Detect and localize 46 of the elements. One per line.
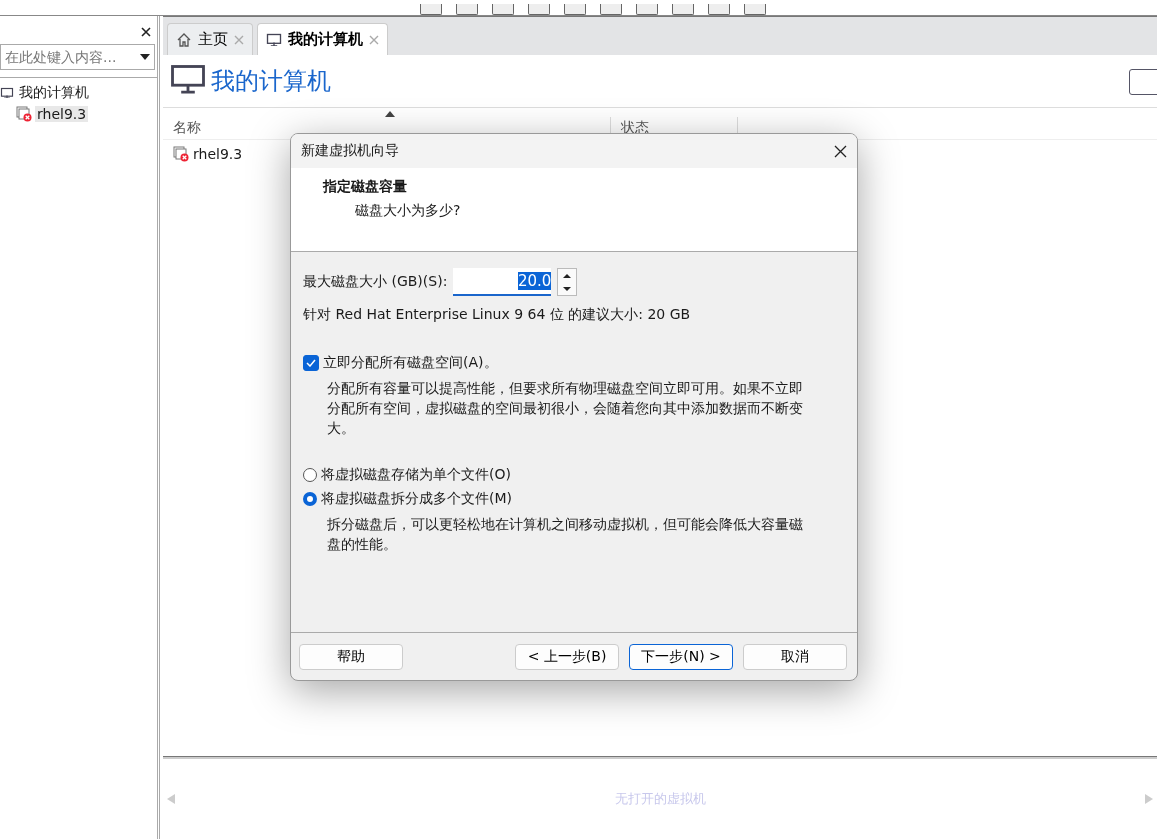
dialog-button[interactable]: 帮助 bbox=[299, 643, 403, 670]
input-field[interactable]: 20.0 bbox=[453, 268, 552, 296]
tree-item[interactable]: 我的计算机 bbox=[17, 83, 91, 102]
dialog-title: 新建虚拟机向导 bbox=[301, 142, 399, 160]
radio-button[interactable] bbox=[303, 468, 317, 482]
description-text: 拆分磁盘后，可以更轻松地在计算机之间移动虚拟机，但可能会降低大容量磁盘的性能。 bbox=[326, 515, 804, 554]
tree-item[interactable]: rhel9.3 bbox=[35, 105, 89, 122]
dialog-button[interactable]: 取消 bbox=[743, 643, 847, 670]
toolbar-icon[interactable] bbox=[528, 4, 550, 15]
checkbox[interactable] bbox=[303, 355, 319, 371]
toolbar-icon[interactable] bbox=[420, 4, 442, 15]
monitor-icon bbox=[0, 86, 14, 99]
check-icon bbox=[306, 359, 316, 367]
toolbar-icon[interactable] bbox=[744, 4, 766, 15]
radio-label[interactable]: 将虚拟磁盘存储为单个文件(O) bbox=[321, 466, 511, 484]
description-text: 分配所有容量可以提高性能，但要求所有物理磁盘空间立即可用。如果不立即分配所有空间，虚拟磁盘的空间最初很小，会随着您向其中添加数据而不断变大。 bbox=[326, 379, 804, 438]
window-toggle-icon[interactable] bbox=[1129, 69, 1157, 95]
page-title: 我的计算机 bbox=[211, 66, 331, 97]
checkbox-label[interactable]: 立即分配所有磁盘空间(A)。 bbox=[323, 354, 498, 372]
toolbar-icon[interactable] bbox=[708, 4, 730, 15]
sort-icon[interactable] bbox=[385, 111, 395, 117]
spin-button[interactable] bbox=[557, 268, 578, 296]
toolbar-icon[interactable] bbox=[636, 4, 658, 15]
dialog-button[interactable]: 下一步(N) > bbox=[629, 643, 733, 670]
toolbar-icon[interactable] bbox=[492, 4, 514, 15]
radio-button[interactable] bbox=[303, 492, 317, 506]
vm-name[interactable]: rhel9.3 bbox=[193, 146, 243, 162]
step-heading: 指定磁盘容量 bbox=[323, 178, 407, 196]
toolbar-icon[interactable] bbox=[564, 4, 586, 15]
vm-error-icon bbox=[16, 105, 32, 122]
field-label: 最大磁盘大小 (GB)(S): bbox=[303, 273, 448, 291]
toolbar-icon[interactable] bbox=[456, 4, 478, 15]
toolbar-icon[interactable] bbox=[600, 4, 622, 15]
search-field[interactable]: 在此处键入内容... bbox=[0, 44, 155, 70]
caret-icon[interactable] bbox=[140, 54, 150, 60]
dialog-button[interactable]: < 上一步(B) bbox=[515, 643, 619, 670]
monitor-icon bbox=[266, 32, 282, 47]
radio-label[interactable]: 将虚拟磁盘拆分成多个文件(M) bbox=[321, 490, 512, 508]
tab[interactable]: 主页 bbox=[167, 23, 253, 55]
monitor-icon bbox=[171, 65, 205, 94]
home-icon bbox=[176, 31, 192, 48]
step-subheading: 磁盘大小为多少? bbox=[354, 202, 461, 220]
recommendation-text: 针对 Red Hat Enterprise Linux 9 64 位 的建议大小: 20 GB bbox=[303, 306, 691, 324]
tab[interactable]: 我的计算机 bbox=[257, 23, 388, 55]
toolbar-icon[interactable] bbox=[672, 4, 694, 15]
vm-error-icon bbox=[173, 146, 189, 162]
